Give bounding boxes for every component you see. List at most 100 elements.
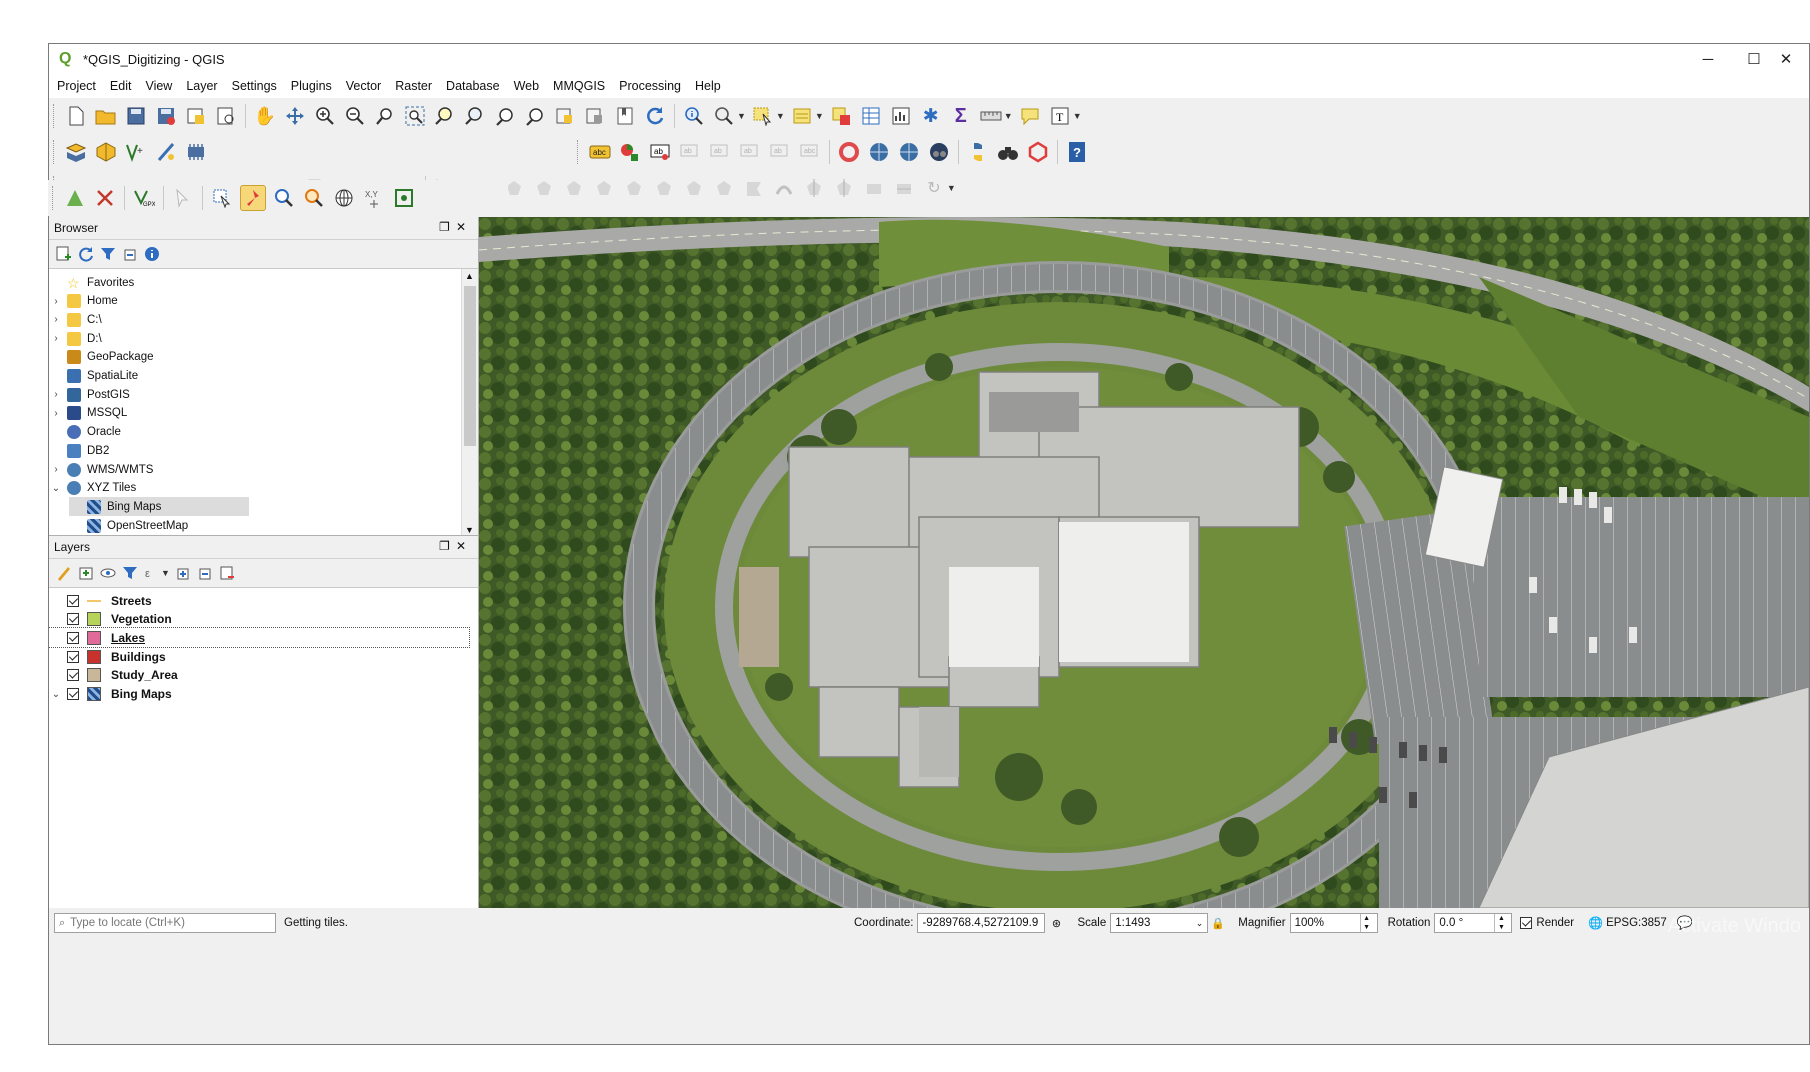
hexagon-icon[interactable] xyxy=(1026,140,1050,164)
scale-combobox[interactable]: 1:1493 ⌄ xyxy=(1110,913,1209,933)
highlight-pinned-labels-icon[interactable]: ab xyxy=(678,140,702,164)
lock-icon[interactable]: 🔒 xyxy=(1211,915,1225,931)
manage-map-themes-icon[interactable] xyxy=(99,564,117,582)
offset-curve-icon[interactable] xyxy=(772,176,796,200)
menu-edit[interactable]: Edit xyxy=(110,79,132,93)
toolbar-grip[interactable] xyxy=(53,104,57,128)
identify-icon[interactable] xyxy=(682,104,706,128)
save-project-icon[interactable] xyxy=(124,104,148,128)
menu-web[interactable]: Web xyxy=(514,79,539,93)
browser-item[interactable]: › C:\ xyxy=(49,310,102,329)
magnify-icon[interactable] xyxy=(272,186,296,210)
delete-part-icon[interactable] xyxy=(712,176,736,200)
open-project-icon[interactable] xyxy=(94,104,118,128)
close-panel-icon[interactable]: ✕ xyxy=(456,539,466,553)
filter-icon[interactable] xyxy=(99,245,117,263)
browser-item[interactable]: › PostGIS xyxy=(49,385,130,404)
change-label-icon[interactable]: abc xyxy=(798,140,822,164)
help-icon[interactable]: ? xyxy=(1065,140,1089,164)
menu-database[interactable]: Database xyxy=(446,79,500,93)
dropdown-arrow-icon[interactable]: ▼ xyxy=(776,111,785,121)
georeferencer-icon[interactable] xyxy=(63,186,87,210)
chevron-right-icon[interactable]: › xyxy=(49,464,63,475)
sum-icon[interactable]: Σ xyxy=(949,104,973,128)
new-project-icon[interactable] xyxy=(64,104,88,128)
magnifier-spinbox[interactable]: 100% ▲ ▼ xyxy=(1289,913,1378,933)
refresh-icon[interactable] xyxy=(77,245,95,263)
attribute-table-icon[interactable] xyxy=(859,104,883,128)
new-map-view-icon[interactable] xyxy=(553,104,577,128)
toolbar-grip[interactable] xyxy=(52,186,56,210)
new-3d-view-icon[interactable] xyxy=(583,104,607,128)
browser-item[interactable]: ⌄ XYZ Tiles xyxy=(49,479,136,498)
rotate-feature-icon[interactable] xyxy=(532,176,556,200)
new-shapefile-icon[interactable]: + xyxy=(124,140,148,164)
chevron-down-icon[interactable]: ⌄ xyxy=(1196,918,1204,929)
close-button[interactable]: ✕ xyxy=(1763,44,1809,74)
zoom-extent-box-icon[interactable] xyxy=(392,186,416,210)
data-source-manager-icon[interactable] xyxy=(64,140,88,164)
rotate-point-symbols-icon[interactable]: ↻ xyxy=(922,176,946,200)
info-icon[interactable] xyxy=(143,245,161,263)
identify-by-area-icon[interactable] xyxy=(712,104,736,128)
scroll-down-icon[interactable]: ▼ xyxy=(465,525,474,535)
toolbar-grip[interactable] xyxy=(53,140,57,164)
layer-symbol-swatch[interactable] xyxy=(87,649,101,664)
new-spatialite-icon[interactable] xyxy=(154,140,178,164)
collapse-all-icon[interactable] xyxy=(121,245,139,263)
rotate-label-icon[interactable]: ab xyxy=(768,140,792,164)
layer-item[interactable]: Buildings xyxy=(49,647,469,666)
remove-layer-icon[interactable] xyxy=(218,564,236,582)
zoom-last-icon[interactable] xyxy=(523,104,547,128)
show-hide-labels-icon[interactable]: ab xyxy=(708,140,732,164)
menu-settings[interactable]: Settings xyxy=(232,79,277,93)
browser-item[interactable]: › Home xyxy=(49,292,118,311)
map-canvas[interactable] xyxy=(479,217,1809,908)
chevron-right-icon[interactable]: › xyxy=(49,333,63,344)
menu-project[interactable]: Project xyxy=(57,79,96,93)
label-toolbar-icon[interactable]: abc xyxy=(588,140,612,164)
layer-symbol-swatch[interactable] xyxy=(87,630,101,645)
menu-raster[interactable]: Raster xyxy=(395,79,432,93)
pin-tool-icon[interactable] xyxy=(240,185,266,211)
crs-globe-icon[interactable]: 🌐 xyxy=(1588,916,1603,930)
zoom-to-selection-icon[interactable] xyxy=(433,104,457,128)
browser-scrollbar[interactable]: ▲ ▼ xyxy=(461,269,478,537)
extents-toggle-icon[interactable]: ⊛ xyxy=(1048,915,1064,931)
pin-labels-icon[interactable]: ab xyxy=(648,140,672,164)
browser-item[interactable]: ☆ Favorites xyxy=(49,273,134,292)
move-label-icon[interactable]: ab xyxy=(738,140,762,164)
zoom-full-icon[interactable] xyxy=(403,104,427,128)
gps-tools-icon[interactable]: GPX xyxy=(132,186,156,210)
layer-item[interactable]: Streets xyxy=(49,591,469,610)
browser-item[interactable]: Oracle xyxy=(49,423,121,442)
layer-symbol-swatch[interactable] xyxy=(87,599,101,602)
expand-all-icon[interactable] xyxy=(174,564,192,582)
merge-attributes-icon[interactable] xyxy=(892,176,916,200)
reshape-icon[interactable] xyxy=(742,176,766,200)
layer-symbol-swatch[interactable] xyxy=(87,668,101,683)
minimize-button[interactable]: ─ xyxy=(1685,44,1731,74)
scroll-thumb[interactable] xyxy=(464,286,476,446)
render-checkbox[interactable] xyxy=(1520,917,1533,929)
menu-layer[interactable]: Layer xyxy=(186,79,217,93)
xy-tool-icon[interactable]: X,Y xyxy=(362,186,386,210)
aerial-imagery[interactable] xyxy=(479,217,1809,908)
chevron-down-icon[interactable]: ⌄ xyxy=(49,689,63,700)
locator-search[interactable]: ⌕ Type to locate (Ctrl+K) xyxy=(54,913,276,933)
float-panel-icon[interactable]: ❐ xyxy=(439,539,450,553)
add-selected-layers-icon[interactable] xyxy=(55,245,73,263)
python-console-icon[interactable] xyxy=(966,140,990,164)
select-features-icon[interactable] xyxy=(751,104,775,128)
field-calculator-icon[interactable]: ✱ xyxy=(919,104,943,128)
browser-item[interactable]: › WMS/WMTS xyxy=(49,460,153,479)
filter-by-expression-icon[interactable]: ε xyxy=(143,564,161,582)
spin-arrows-icon[interactable]: ▲ ▼ xyxy=(1359,914,1373,932)
layer-symbol-swatch[interactable] xyxy=(87,612,101,627)
split-parts-icon[interactable] xyxy=(832,176,856,200)
dropdown-arrow-icon[interactable]: ▼ xyxy=(1073,111,1082,121)
browser-item[interactable]: › MSSQL xyxy=(49,404,127,423)
crs-label[interactable]: EPSG:3857 xyxy=(1606,917,1667,929)
layout-manager-icon[interactable] xyxy=(214,104,238,128)
zoom-out-icon[interactable] xyxy=(343,104,367,128)
